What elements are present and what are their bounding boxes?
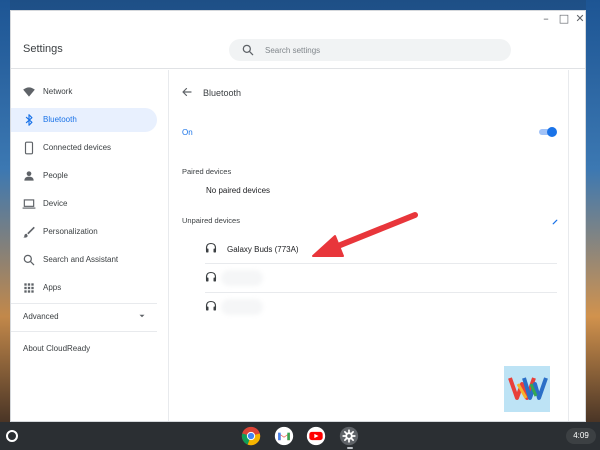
device-row[interactable] xyxy=(205,264,557,292)
running-indicator xyxy=(347,447,353,449)
shelf: 4:09 xyxy=(0,422,600,450)
wifi-icon xyxy=(23,87,35,97)
sidebar-item-people[interactable]: People xyxy=(11,164,157,188)
sidebar-item-label: Device xyxy=(43,199,68,208)
sidebar-item-bluetooth[interactable]: Bluetooth xyxy=(11,108,157,132)
sidebar-item-apps[interactable]: Apps xyxy=(11,276,157,300)
device-name: Galaxy Buds (773A) xyxy=(227,245,299,254)
wallpaper xyxy=(0,0,10,422)
unpaired-devices-heading: Unpaired devices xyxy=(182,216,240,225)
sidebar-item-label: Apps xyxy=(43,283,62,292)
phone-icon xyxy=(24,141,34,155)
sidebar-item-label: People xyxy=(43,171,68,180)
wallpaper xyxy=(586,0,600,422)
sidebar-item-search-and-assistant[interactable]: Search and Assistant xyxy=(11,248,157,272)
search-input[interactable] xyxy=(265,42,495,58)
gmail-icon[interactable] xyxy=(274,426,294,446)
laptop-icon xyxy=(22,199,36,209)
bluetooth-icon xyxy=(25,114,33,126)
sidebar-divider xyxy=(11,303,157,304)
no-paired-text: No paired devices xyxy=(206,186,271,195)
sidebar-item-label: Network xyxy=(43,87,73,96)
launcher-button[interactable] xyxy=(6,430,18,442)
youtube-icon[interactable] xyxy=(306,426,326,446)
sidebar-item-personalization[interactable]: Personalization xyxy=(11,220,157,244)
sidebar-divider xyxy=(11,331,157,332)
chrome-icon[interactable] xyxy=(241,426,261,446)
apps-grid-icon xyxy=(24,283,34,293)
watermark-logo xyxy=(504,366,550,412)
back-arrow-icon[interactable] xyxy=(181,86,193,98)
person-icon xyxy=(24,171,34,181)
sidebar-item-label: Connected devices xyxy=(43,143,112,152)
headphones-icon xyxy=(205,271,217,282)
minimize-button[interactable]: – xyxy=(539,12,553,26)
headphones-icon xyxy=(205,242,217,253)
sidebar-item-label: Search and Assistant xyxy=(43,255,119,264)
obscured-device-name xyxy=(221,299,263,315)
obscured-device-name xyxy=(221,270,263,286)
settings-icon[interactable] xyxy=(339,426,359,446)
sidebar-item-network[interactable]: Network xyxy=(11,80,157,104)
toggle-thumb xyxy=(547,127,557,137)
close-button[interactable]: ✕ xyxy=(573,12,585,26)
sidebar-item-label: Bluetooth xyxy=(43,115,77,124)
paired-devices-heading: Paired devices xyxy=(182,167,232,176)
sidebar-item-label: Personalization xyxy=(43,227,98,236)
settings-header: Settings xyxy=(11,29,585,69)
title-bar[interactable]: – □ ✕ xyxy=(11,11,585,29)
app-title: Settings xyxy=(23,43,63,55)
advanced-label: Advanced xyxy=(23,312,59,321)
headphones-icon xyxy=(205,300,217,311)
scanning-spinner-icon xyxy=(552,219,558,225)
sidebar-item-connected-devices[interactable]: Connected devices xyxy=(11,136,157,160)
page-title: Bluetooth xyxy=(203,88,242,98)
device-row[interactable] xyxy=(205,293,557,321)
clock[interactable]: 4:09 xyxy=(566,428,596,444)
chevron-down-icon xyxy=(139,314,145,318)
search-box[interactable] xyxy=(229,39,511,61)
bluetooth-toggle[interactable] xyxy=(539,127,557,137)
about-link[interactable]: About CloudReady xyxy=(23,344,90,353)
annotation-arrow xyxy=(312,212,418,257)
settings-window: – □ ✕ Settings Network Bluetooth xyxy=(10,10,586,422)
bluetooth-page: Bluetooth On Paired devices No paired de… xyxy=(171,70,569,421)
bluetooth-state-label: On xyxy=(182,128,193,137)
search-icon xyxy=(242,44,254,56)
maximize-button[interactable]: □ xyxy=(557,12,571,26)
sidebar-item-device[interactable]: Device xyxy=(11,192,157,216)
brush-icon xyxy=(23,226,35,238)
search-icon xyxy=(23,254,35,266)
sidebar: Network Bluetooth Connected devices Peop… xyxy=(11,70,169,421)
